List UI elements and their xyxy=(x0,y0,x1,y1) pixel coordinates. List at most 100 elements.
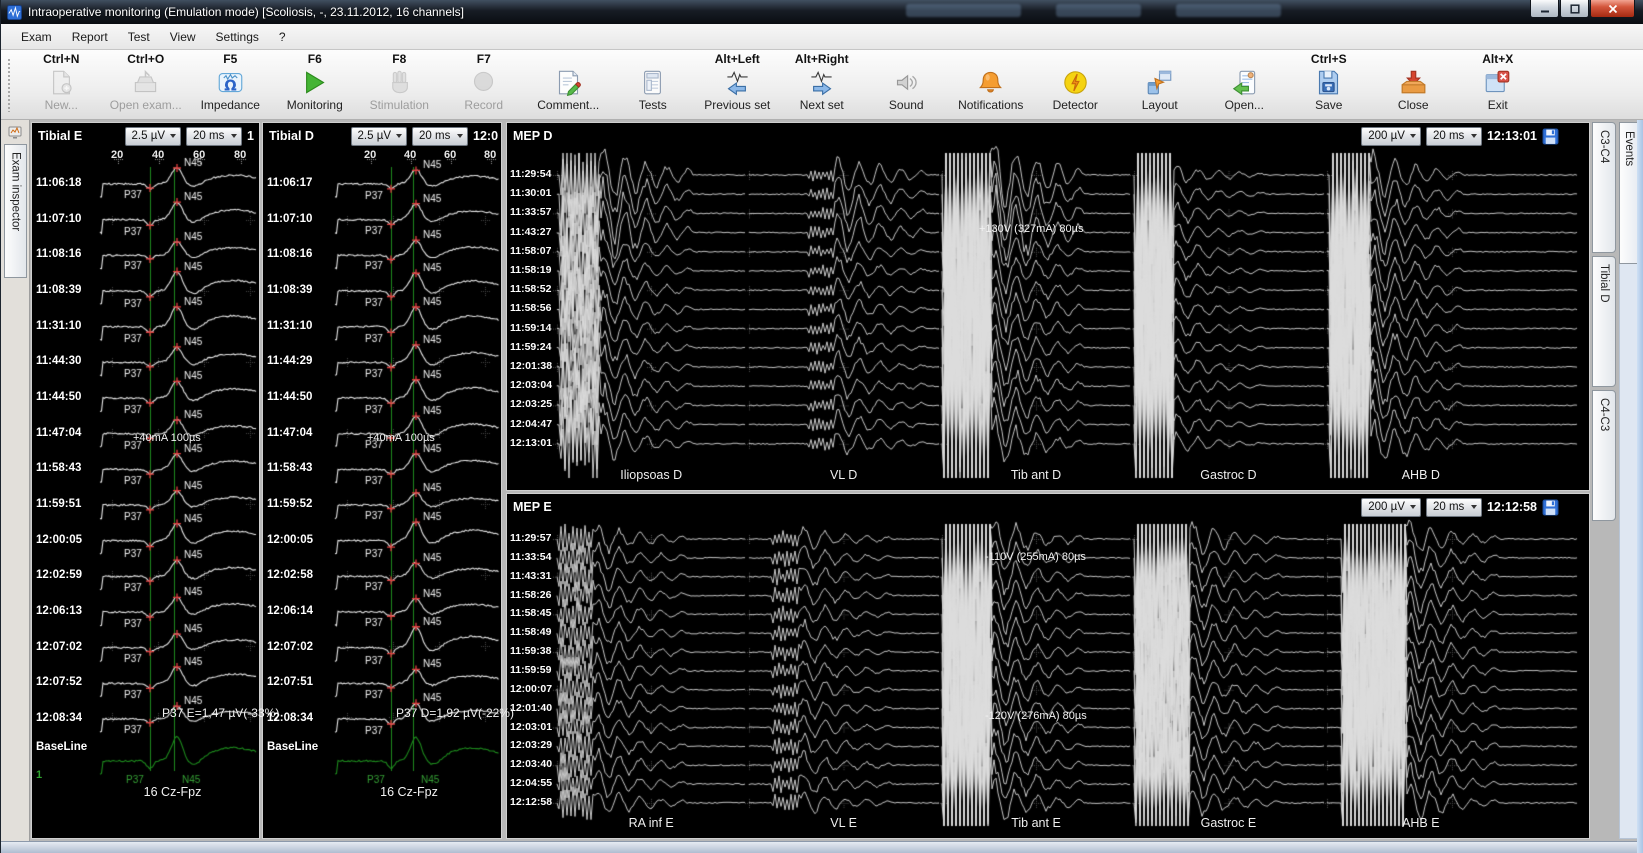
tibial-e-header: Tibial E 2.5 µV 20 ms 1 xyxy=(32,123,259,147)
mep-e-scale-select[interactable]: 200 µV xyxy=(1361,498,1421,517)
menu-item-test[interactable]: Test xyxy=(118,26,160,48)
button-label: Detector xyxy=(1053,98,1098,112)
toolbar-button-detector[interactable]: Detector xyxy=(1033,52,1118,112)
maximize-icon xyxy=(1570,4,1580,14)
toolbar-button-exit[interactable]: Alt+X Exit xyxy=(1456,52,1541,112)
toolbar-button-impedance[interactable]: F5 Ω Impedance xyxy=(188,52,273,112)
montage-tab-c3-c4[interactable]: C3-C4 xyxy=(1592,122,1616,253)
channel-label-ra-inf-e: RA inf E xyxy=(555,816,747,830)
montage-tab-c4-c3[interactable]: C4-C3 xyxy=(1592,390,1616,521)
button-label: Stimulation xyxy=(370,98,429,112)
toolbar-button-open-exam[interactable]: Ctrl+O Open exam... xyxy=(104,52,189,112)
button-label: Sound xyxy=(889,98,924,112)
new-document-icon xyxy=(48,69,75,96)
next-set-icon xyxy=(808,69,835,96)
button-label: Save xyxy=(1315,98,1342,112)
tibial-e-waveforms xyxy=(32,123,259,838)
amplitude-annotation: P37 E=1,47 µV(-33%) xyxy=(162,706,279,720)
button-label: Layout xyxy=(1142,98,1178,112)
exam-inspector-icon xyxy=(7,124,23,140)
tibial-e-scale-select[interactable]: 2.5 µV xyxy=(125,127,181,146)
shortcut-label: Ctrl+S xyxy=(1311,52,1347,68)
stim-annotation: -120V (276mA) 80µs xyxy=(985,710,1087,722)
scale-value: 2.5 µV xyxy=(132,130,165,142)
toolbar-button-next-set[interactable]: Alt+Right Next set xyxy=(780,52,865,112)
mep-d-scale-select[interactable]: 200 µV xyxy=(1361,127,1421,146)
toolbar-button-record[interactable]: F7 Record xyxy=(442,52,527,112)
scale-value: 2.5 µV xyxy=(358,130,391,142)
exam-inspector-label: Exam inspector xyxy=(10,152,22,231)
chevron-down-icon xyxy=(396,134,402,138)
tibial-d-timebase-select[interactable]: 20 ms xyxy=(412,127,468,146)
scale-value: 200 µV xyxy=(1368,130,1405,142)
channel-label-iliopsoas-d: Iliopsoas D xyxy=(555,468,747,482)
shortcut-label: Ctrl+N xyxy=(43,52,79,68)
toolbar-button-layout[interactable]: Layout xyxy=(1118,52,1203,112)
toolbar-button-stimulation[interactable]: F8 Stimulation xyxy=(357,52,442,112)
toolbar-button-comment[interactable]: Comment... xyxy=(526,52,611,112)
menu-item-settings[interactable]: Settings xyxy=(206,26,269,48)
svg-text:Ω: Ω xyxy=(224,77,237,94)
button-label: Open exam... xyxy=(110,98,182,112)
panel-mep-e: MEP E 200 µV 20 ms 12:12:58 11:29:5711:3… xyxy=(506,493,1590,839)
stim-annotation: +130V (327mA) 80µs xyxy=(979,223,1083,235)
toolbar-button-monitoring[interactable]: F6 Monitoring xyxy=(273,52,358,112)
toolbar-button-save[interactable]: Ctrl+S Save xyxy=(1287,52,1372,112)
sweep-time: 12:13:01 xyxy=(1487,129,1537,143)
save-sweep-icon[interactable] xyxy=(1542,128,1559,145)
menu-item-report[interactable]: Report xyxy=(62,26,118,48)
mep-e-timebase-select[interactable]: 20 ms xyxy=(1426,498,1482,517)
exam-inspector-strip: Exam inspector xyxy=(1,120,30,841)
button-label: Next set xyxy=(800,98,844,112)
toolbar-button-close[interactable]: Close xyxy=(1371,52,1456,112)
menu-item-[interactable]: ? xyxy=(269,26,296,48)
toolbar-button-notifications[interactable]: Notifications xyxy=(949,52,1034,112)
toolbar-buttons: Ctrl+N New... Ctrl+O Open exam... F5 Ω I… xyxy=(19,52,1540,112)
window-control-close[interactable] xyxy=(1590,0,1635,18)
sweep-time: 12:12:58 xyxy=(1487,500,1537,514)
timebase-value: 20 ms xyxy=(1433,130,1464,142)
open-exam-icon xyxy=(132,69,159,96)
application-window: Intraoperative monitoring (Emulation mod… xyxy=(0,0,1643,853)
channel-label-gastroc-d: Gastroc D xyxy=(1132,468,1324,482)
window-control-minimize[interactable] xyxy=(1530,0,1559,18)
chevron-down-icon xyxy=(1410,505,1416,509)
toolbar-button-tests[interactable]: Tests xyxy=(611,52,696,112)
button-label: Exit xyxy=(1488,98,1508,112)
button-label: Close xyxy=(1398,98,1429,112)
channel-label-vl-d: VL D xyxy=(747,468,939,482)
mep-d-waveforms xyxy=(507,123,1589,490)
mep-e-header: MEP E 200 µV 20 ms 12:12:58 xyxy=(507,494,1589,518)
menu-item-view[interactable]: View xyxy=(160,26,206,48)
save-icon xyxy=(1315,69,1342,96)
timebase-value: 20 ms xyxy=(193,130,224,142)
tab-events[interactable]: Events xyxy=(1619,122,1639,264)
channel-label-tib-ant-d: Tib ant D xyxy=(940,468,1132,482)
stim-annotation: +40mA 100µs xyxy=(133,432,201,444)
button-label: Open... xyxy=(1225,98,1264,112)
chevron-down-icon xyxy=(1471,505,1477,509)
open-icon xyxy=(1231,69,1258,96)
mep-d-timebase-select[interactable]: 20 ms xyxy=(1426,127,1482,146)
shortcut-label: F6 xyxy=(308,52,322,68)
toolbar-gripper xyxy=(7,58,11,112)
sound-icon xyxy=(893,69,920,96)
montage-tab-tibial-d[interactable]: Tibial D xyxy=(1592,256,1616,387)
panel-tibial-e: Tibial E 2.5 µV 20 ms 1 11:06:1811:07:10… xyxy=(31,122,260,839)
background-window-glare xyxy=(1056,4,1141,17)
button-label: Comment... xyxy=(537,98,599,112)
channel-label-tib-ant-e: Tib ant E xyxy=(940,816,1132,830)
toolbar-button-previous-set[interactable]: Alt+Left Previous set xyxy=(695,52,780,112)
toolbar-button-open[interactable]: Open... xyxy=(1202,52,1287,112)
save-sweep-icon[interactable] xyxy=(1542,499,1559,516)
tibial-d-scale-select[interactable]: 2.5 µV xyxy=(351,127,407,146)
trace-number: 1 xyxy=(36,769,42,781)
tibial-e-timebase-select[interactable]: 20 ms xyxy=(186,127,242,146)
sweep-time-clipped: 12:0 xyxy=(473,129,498,143)
window-title: Intraoperative monitoring (Emulation mod… xyxy=(28,5,464,19)
toolbar-button-new[interactable]: Ctrl+N New... xyxy=(19,52,104,112)
menu-item-exam[interactable]: Exam xyxy=(11,26,62,48)
window-control-maximize[interactable] xyxy=(1560,0,1589,18)
toolbar-button-sound[interactable]: Sound xyxy=(864,52,949,112)
exam-inspector-tab[interactable]: Exam inspector xyxy=(4,144,27,278)
